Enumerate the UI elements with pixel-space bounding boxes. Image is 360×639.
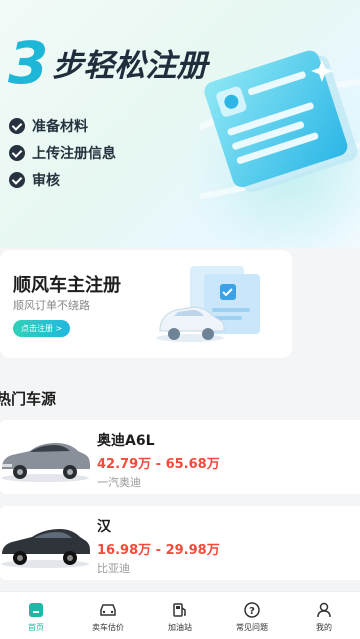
car-image	[1, 529, 90, 568]
app-screen: 3 步轻松注册 准备材料 上传注册信息 审核 顺风车主注册 顺风订单不绕路 点击…	[0, 0, 360, 639]
car-brand: 比亚迪	[97, 562, 130, 575]
step-item: 审核	[9, 166, 116, 193]
nav-car-valuation[interactable]: 卖车估价	[72, 592, 144, 639]
nav-label: 我的	[316, 623, 332, 632]
register-card-subtitle: 顺风订单不绕路	[13, 299, 90, 312]
step-label: 审核	[32, 172, 60, 189]
hero-title: 3 步轻松注册	[8, 34, 207, 92]
car-name: 奥迪A6L	[97, 433, 155, 449]
home-icon	[26, 600, 46, 620]
car-list-item[interactable]: 汉 16.98万 - 29.98万 比亚迪	[0, 506, 360, 580]
step-item: 准备材料	[9, 112, 116, 139]
steps-list: 准备材料 上传注册信息 审核	[9, 112, 116, 193]
nav-mine[interactable]: 我的	[288, 592, 360, 639]
phone-illustration	[200, 50, 360, 202]
nav-home[interactable]: 首页	[0, 592, 72, 639]
user-icon	[314, 600, 334, 620]
step-label: 准备材料	[32, 118, 88, 135]
hot-cars-title: 热门车源	[0, 390, 57, 408]
step-item: 上传注册信息	[9, 139, 116, 166]
hero-banner: 3 步轻松注册 准备材料 上传注册信息 审核	[0, 0, 360, 248]
nav-label: 常见问题	[236, 623, 268, 632]
hero-number: 3	[8, 29, 48, 97]
hero-title-text: 步轻松注册	[52, 48, 208, 84]
register-button[interactable]: 点击注册 >	[13, 320, 71, 337]
car-image	[1, 443, 90, 482]
nav-faq[interactable]: ? 常见问题	[216, 592, 288, 639]
step-label: 上传注册信息	[32, 145, 116, 162]
nav-label: 卖车估价	[92, 623, 124, 632]
car-price: 16.98万 - 29.98万	[97, 543, 220, 558]
question-icon: ?	[242, 600, 262, 620]
car-price: 42.79万 - 65.68万	[97, 457, 220, 472]
car-brand: 一汽奥迪	[97, 476, 141, 489]
car-valuation-icon	[98, 600, 118, 620]
gas-station-icon	[170, 600, 190, 620]
register-card-title: 顺风车主注册	[13, 275, 121, 296]
car-document-illustration	[156, 266, 260, 342]
nav-label: 首页	[28, 623, 44, 632]
car-list-item[interactable]: 奥迪A6L 42.79万 - 65.68万 一汽奥迪	[0, 420, 360, 494]
svg-text:?: ?	[249, 606, 255, 617]
car-name: 汉	[97, 519, 111, 535]
check-circle-icon	[9, 144, 25, 161]
check-circle-icon	[9, 117, 25, 134]
nav-label: 加油站	[168, 623, 192, 632]
bottom-nav: 首页 卖车估价 加油站 ? 常见问题 我的	[0, 591, 360, 639]
check-circle-icon	[9, 171, 25, 188]
nav-gas-station[interactable]: 加油站	[144, 592, 216, 639]
